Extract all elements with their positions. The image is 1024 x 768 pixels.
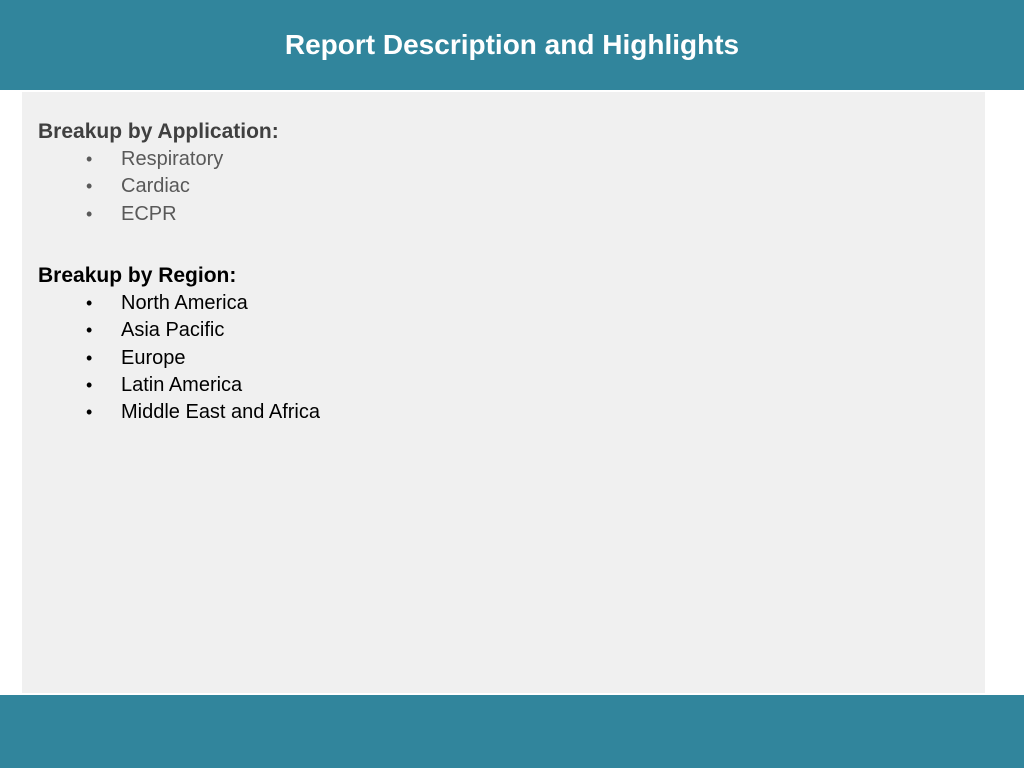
region-heading: Breakup by Region:: [38, 264, 237, 287]
application-list: • Respiratory • Cardiac • ECPR: [38, 146, 279, 228]
list-item-label: Respiratory: [121, 148, 224, 170]
application-heading: Breakup by Application:: [38, 120, 279, 143]
bullet-icon: •: [86, 347, 93, 368]
list-item: • Latin America: [38, 372, 242, 399]
bullet-icon: •: [86, 203, 93, 224]
region-list: • North America • Asia Pacific • Europe …: [38, 290, 320, 426]
region-section: Breakup by Region: • North America • Asi…: [38, 262, 320, 426]
slide-title: Report Description and Highlights: [284, 29, 740, 60]
content-panel: Breakup by Application: • Respiratory • …: [22, 92, 985, 693]
list-item-label: Europe: [121, 346, 186, 369]
list-item: • Europe: [38, 345, 236, 372]
list-item: • North America: [38, 290, 248, 317]
bullet-icon: •: [86, 149, 93, 169]
slide: Report Description and Highlights Breaku…: [0, 0, 1024, 768]
footer-bar: [0, 695, 1024, 768]
list-item: • Respiratory: [38, 146, 279, 173]
list-item-label: ECPR: [121, 202, 177, 225]
bullet-icon: •: [86, 402, 93, 423]
list-item: • ECPR: [38, 201, 279, 228]
list-item-label: Middle East and Africa: [121, 401, 320, 424]
list-item: • Asia Pacific: [38, 317, 236, 344]
bullet-icon: •: [86, 320, 93, 341]
bullet-icon: •: [86, 374, 93, 395]
list-item: • Cardiac: [38, 173, 279, 200]
list-item-label: Latin America: [121, 373, 243, 396]
list-item-label: North America: [121, 292, 248, 314]
bullet-icon: •: [86, 293, 93, 313]
header-bar: Report Description and Highlights: [0, 0, 1024, 90]
list-item-label: Asia Pacific: [121, 319, 225, 342]
list-item-label: Cardiac: [121, 175, 190, 198]
bullet-icon: •: [86, 176, 93, 197]
list-item: • Middle East and Africa: [38, 399, 320, 426]
application-section: Breakup by Application: • Respiratory • …: [38, 118, 279, 228]
